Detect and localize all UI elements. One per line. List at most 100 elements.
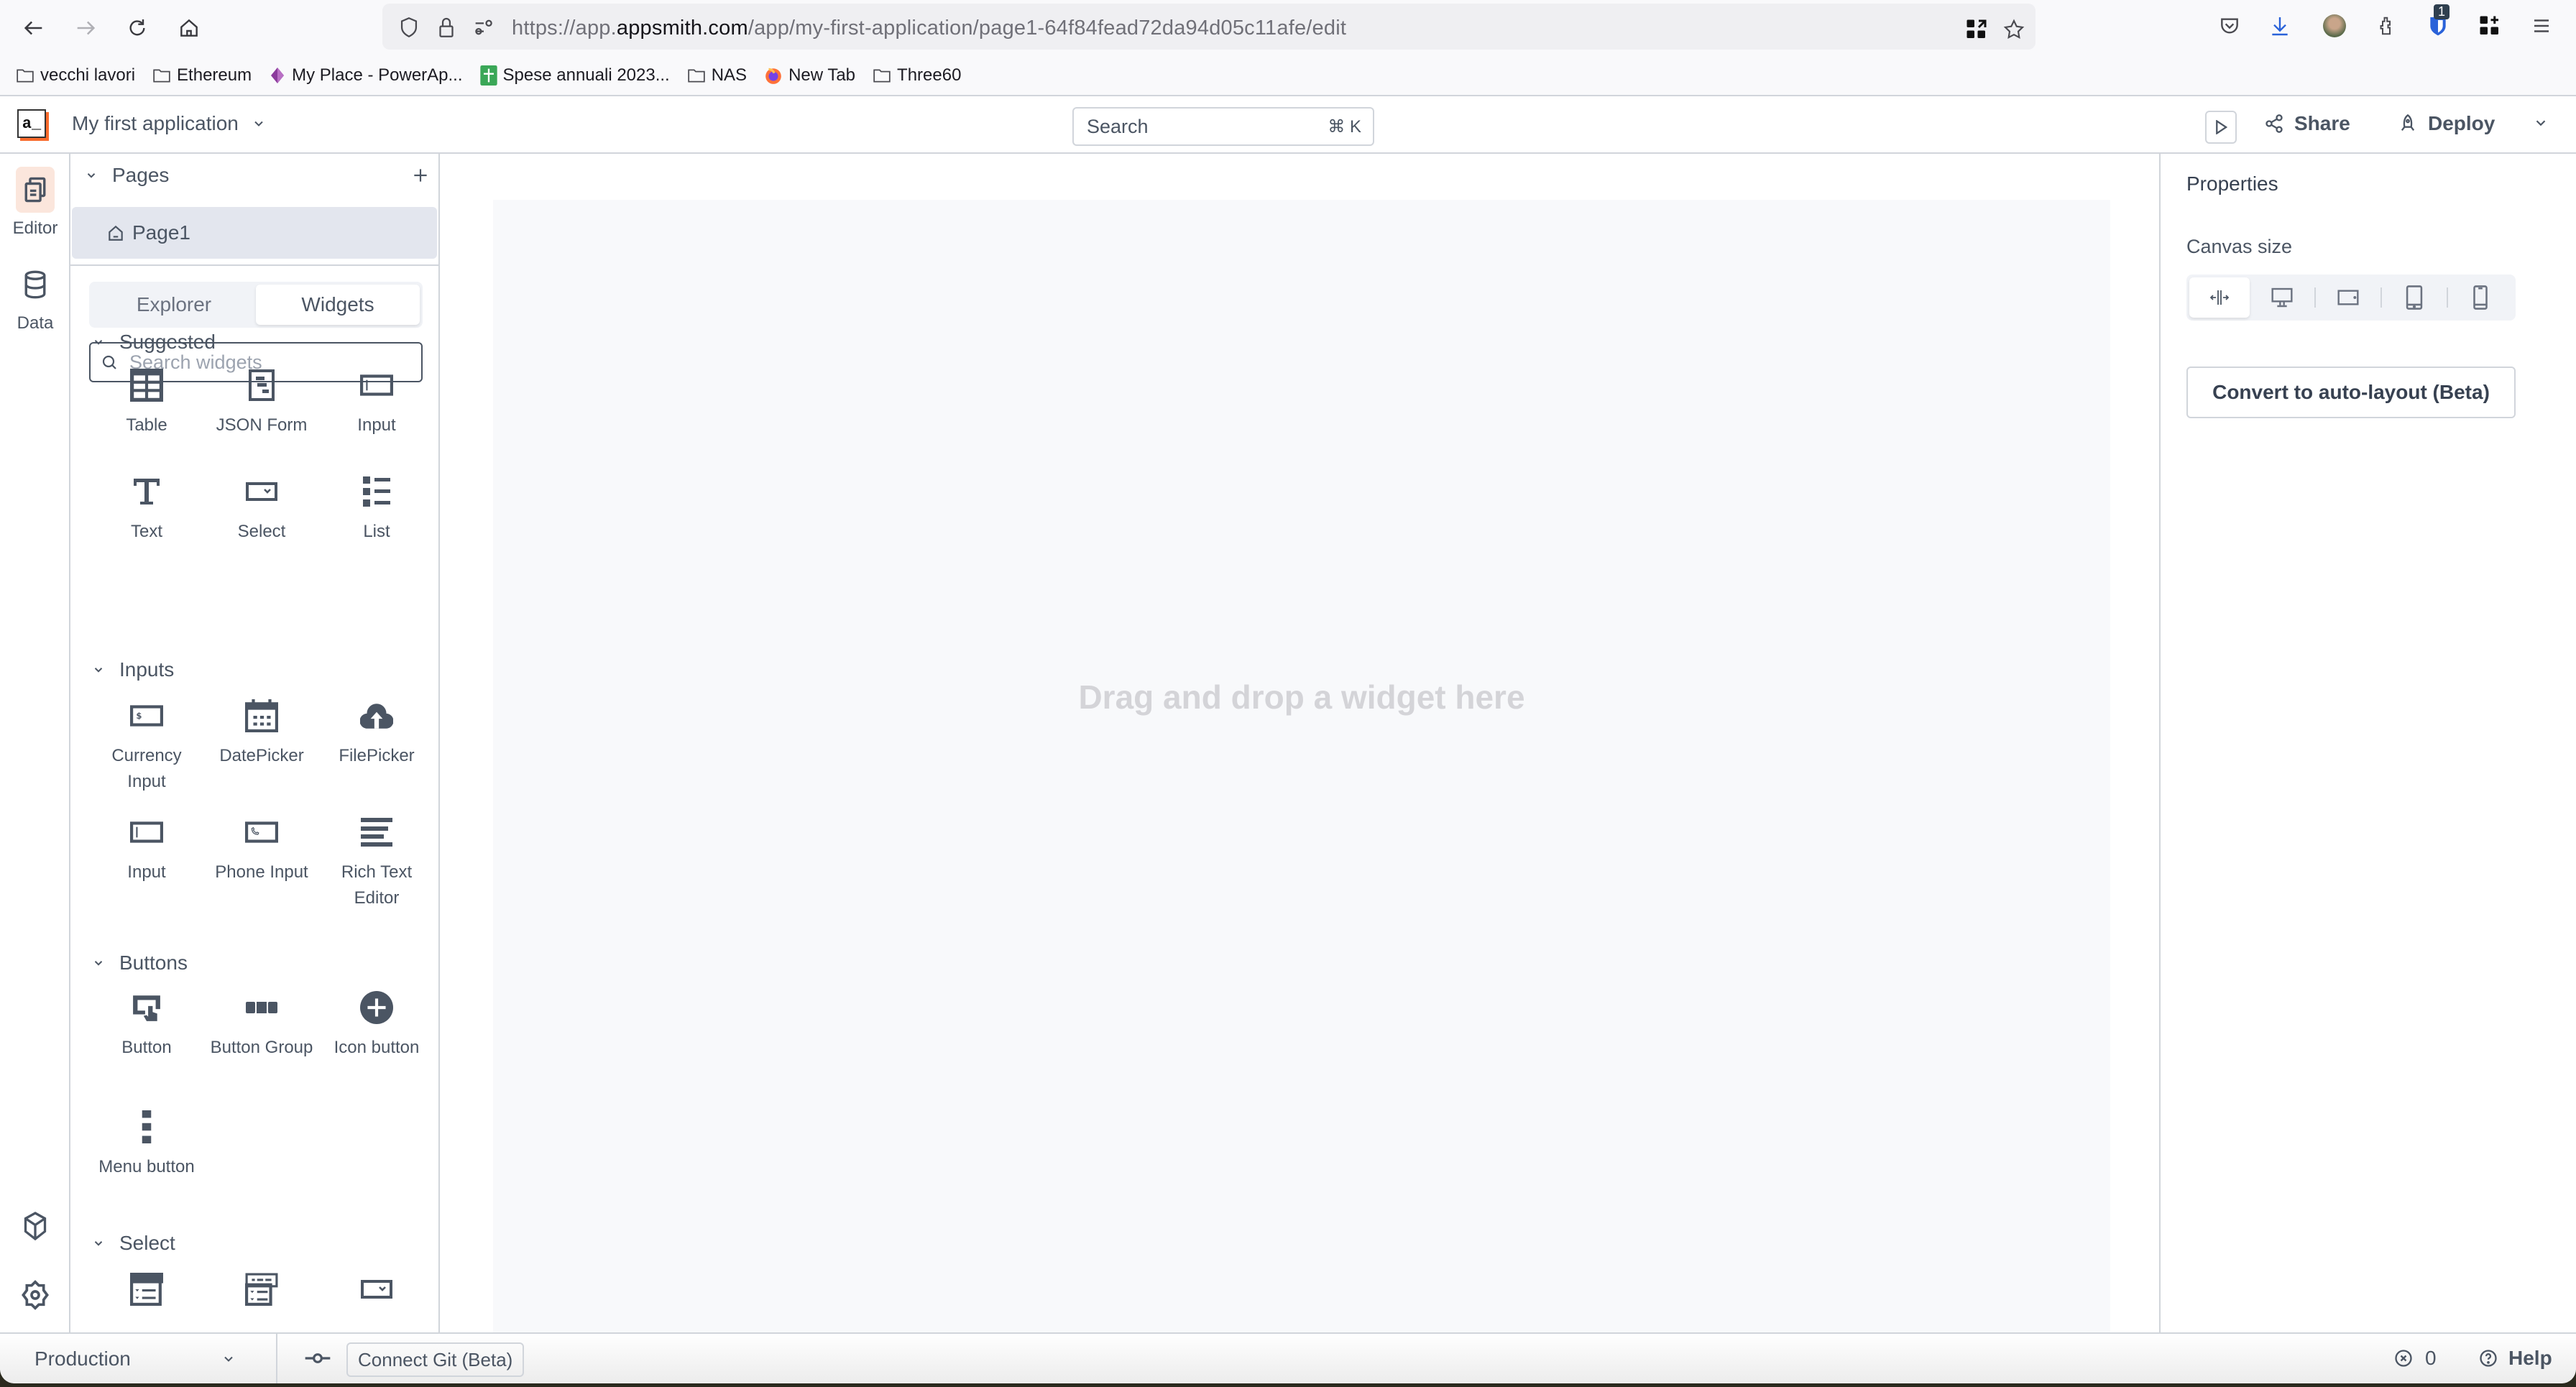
widget-card[interactable]: List — [319, 474, 434, 545]
phone-input-icon — [244, 815, 279, 849]
downloads-button[interactable] — [2266, 11, 2294, 40]
widget-card[interactable]: Text — [89, 474, 204, 545]
rail-item-libraries[interactable] — [0, 1210, 70, 1242]
section-select[interactable]: Select — [92, 1232, 175, 1255]
bookmark-label: Ethereum — [177, 65, 252, 85]
bookmark-item[interactable]: Ethereum — [152, 65, 252, 86]
widget-card[interactable]: Menu button — [89, 1110, 204, 1180]
widget-label: List — [363, 522, 390, 541]
section-suggested[interactable]: Suggested — [92, 331, 216, 354]
reload-button[interactable] — [119, 10, 155, 46]
bookmark-item[interactable]: vecchi lavori — [16, 65, 135, 86]
fluid-width-icon — [2209, 290, 2230, 305]
download-icon — [2272, 17, 2288, 36]
widget-card[interactable] — [89, 1272, 204, 1307]
share-label: Share — [2294, 112, 2350, 134]
pocket-button[interactable] — [2215, 11, 2244, 40]
grid-arrow-icon — [1966, 19, 1987, 38]
rich-text-editor-icon — [359, 815, 394, 849]
preview-button[interactable] — [2205, 111, 2237, 144]
bookmark-item[interactable]: New Tab — [764, 65, 855, 86]
environment-select[interactable]: Production — [0, 1334, 277, 1383]
section-buttons[interactable]: Buttons — [92, 951, 188, 974]
help-button[interactable]: Help — [2478, 1347, 2552, 1370]
help-label: Help — [2508, 1347, 2552, 1369]
widget-card[interactable]: $ Currency Input — [89, 699, 204, 795]
widget-card[interactable] — [319, 1272, 434, 1307]
sheets-icon — [479, 65, 497, 86]
widget-label: DatePicker — [219, 746, 304, 765]
canvas-size-fluid[interactable] — [2189, 277, 2250, 318]
widget-label: Currency Input — [111, 746, 182, 791]
tab-widgets[interactable]: Widgets — [256, 285, 420, 325]
extensions-button[interactable] — [2372, 11, 2401, 40]
bitwarden-button[interactable]: 1 — [2424, 4, 2452, 40]
rail-item-editor[interactable]: Editor — [0, 167, 70, 239]
tab-explorer[interactable]: Explorer — [92, 285, 256, 325]
app-name-dropdown[interactable]: My first application — [72, 112, 266, 135]
home-button[interactable] — [171, 10, 207, 46]
error-counter[interactable]: 0 — [2393, 1347, 2437, 1370]
profile-avatar[interactable] — [2320, 11, 2349, 40]
rail-item-data[interactable]: Data — [0, 262, 70, 333]
canvas-size-mobile[interactable] — [2448, 277, 2513, 318]
widget-card[interactable]: Input — [319, 368, 434, 438]
widget-card[interactable]: Button Group — [204, 990, 319, 1061]
bookmark-star-button[interactable] — [2000, 15, 2028, 44]
back-button[interactable] — [16, 10, 52, 46]
widget-card[interactable]: Icon button — [319, 990, 434, 1061]
widget-label: FilePicker — [339, 746, 415, 765]
canvas-dropzone[interactable]: Drag and drop a widget here — [493, 200, 2110, 1332]
share-button[interactable]: Share — [2264, 112, 2350, 135]
page-item-page1[interactable]: Page1 — [72, 207, 437, 259]
url-domain: appsmith.com — [616, 17, 748, 40]
widget-card[interactable]: FilePicker — [319, 699, 434, 769]
app-name: My first application — [72, 112, 239, 134]
extensions-grid-button[interactable] — [1962, 15, 1991, 44]
bookmark-item[interactable]: My Place - PowerAp... — [269, 65, 463, 86]
folder-icon — [873, 68, 891, 83]
omnibar-search[interactable]: Search ⌘ K — [1072, 107, 1374, 146]
pages-header: Pages — [85, 164, 430, 187]
widget-card[interactable] — [204, 1272, 319, 1307]
select-icon — [244, 474, 279, 509]
url-path: /app/my-first-application/page1-64f84fea… — [748, 17, 1347, 40]
widget-card[interactable]: JSON Form — [204, 368, 319, 438]
url-text[interactable]: https://app.appsmith.com/app/my-first-ap… — [512, 17, 1346, 40]
svg-text:$: $ — [136, 711, 142, 721]
deploy-options-button[interactable] — [2533, 115, 2549, 131]
chevron-down-icon — [94, 668, 103, 673]
bookmark-item[interactable]: NAS — [687, 65, 747, 86]
rail-item-settings[interactable] — [0, 1279, 70, 1311]
star-icon — [2003, 19, 2025, 40]
widget-card[interactable]: Phone Input — [204, 815, 319, 885]
canvas-size-desktop[interactable] — [2250, 277, 2314, 318]
address-bar[interactable]: https://app.appsmith.com/app/my-first-ap… — [382, 4, 2036, 50]
widget-card[interactable]: Select — [204, 474, 319, 545]
forward-button[interactable] — [68, 10, 104, 46]
deploy-button[interactable]: Deploy — [2398, 112, 2495, 135]
menu-button-icon — [129, 1110, 164, 1144]
pages-toggle[interactable]: Pages — [85, 164, 169, 187]
bookmark-item[interactable]: Three60 — [873, 65, 961, 86]
convert-auto-layout-button[interactable]: Convert to auto-layout (Beta) — [2186, 367, 2516, 418]
appsmith-logo[interactable]: a_ — [17, 109, 46, 138]
chevron-down-icon — [94, 961, 103, 966]
canvas-size-tablet-landscape[interactable] — [2316, 277, 2380, 318]
widget-card[interactable]: Input — [89, 815, 204, 885]
canvas-area: Drag and drop a widget here — [440, 154, 2159, 1332]
bookmark-item[interactable]: Spese annuali 2023... — [479, 65, 670, 86]
connect-git-button[interactable]: Connect Git (Beta) — [346, 1342, 525, 1377]
shield-icon — [400, 17, 418, 38]
filepicker-icon — [359, 699, 394, 733]
apps-button[interactable] — [2475, 11, 2504, 40]
widget-card[interactable]: DatePicker — [204, 699, 319, 769]
widget-card[interactable]: Button — [89, 990, 204, 1061]
add-page-icon[interactable] — [411, 166, 430, 185]
widget-card[interactable]: Rich Text Editor — [319, 815, 434, 911]
canvas-size-tablet[interactable] — [2382, 277, 2447, 318]
widget-card[interactable]: Table — [89, 368, 204, 438]
section-inputs[interactable]: Inputs — [92, 658, 174, 681]
menu-button[interactable] — [2527, 11, 2556, 40]
text-icon — [129, 474, 164, 509]
